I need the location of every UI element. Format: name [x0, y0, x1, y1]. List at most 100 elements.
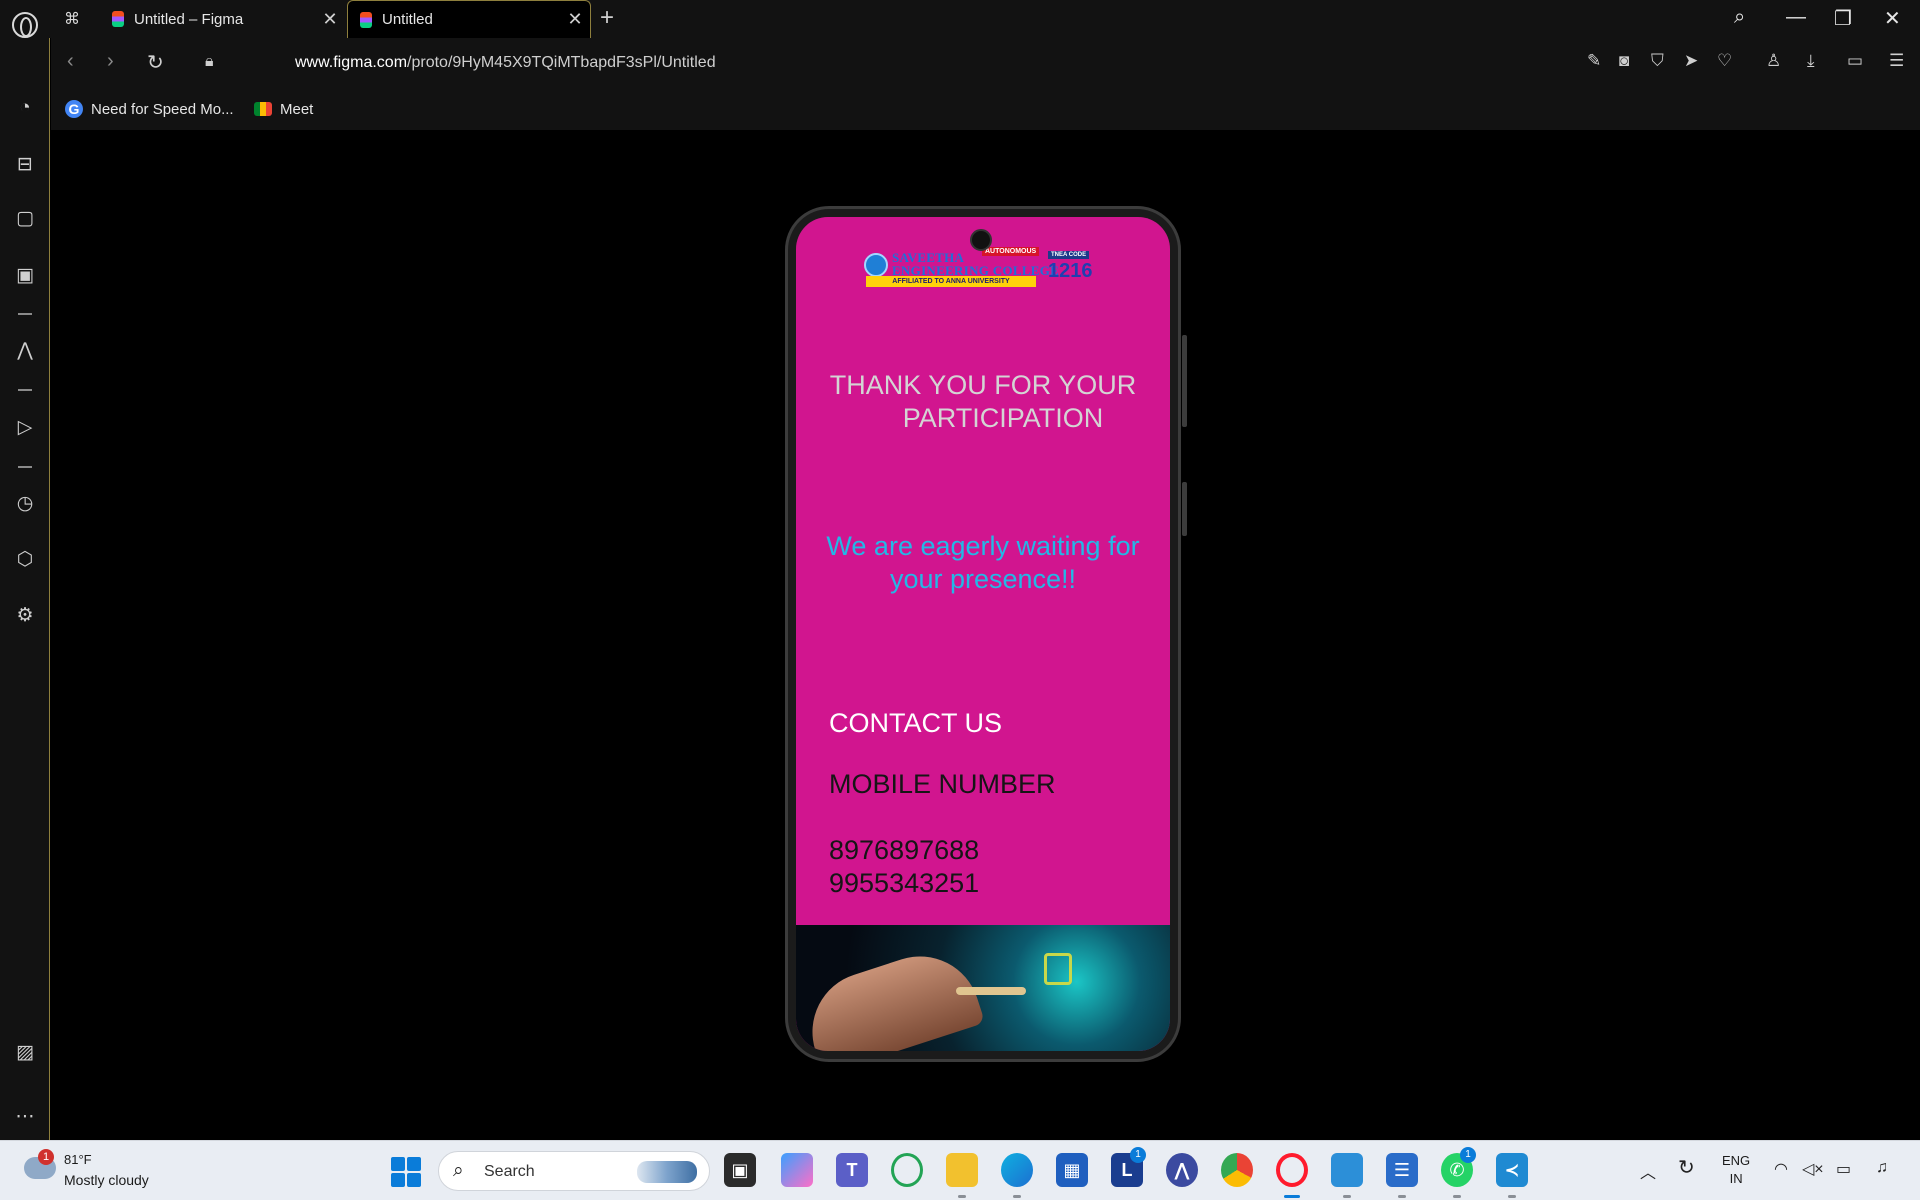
shield-icon[interactable]: ⛉ [1651, 51, 1664, 71]
weather-description[interactable]: Mostly cloudy [64, 1172, 149, 1188]
running-indicator [1508, 1195, 1516, 1198]
tab-untitled-figma[interactable]: Untitled – Figma ✕ [100, 0, 345, 38]
search-highlight-icon [637, 1161, 697, 1183]
thank-you-line2: PARTICIPATION [902, 403, 1104, 433]
close-icon[interactable]: ✕ [315, 9, 345, 30]
download-icon[interactable]: ⤓ [1807, 51, 1815, 71]
close-icon[interactable]: ✕ [560, 9, 590, 30]
waiting-line1: We are eagerly waiting for [826, 531, 1140, 561]
chrome-icon[interactable] [1221, 1153, 1253, 1187]
restore-button[interactable]: ❐ [1834, 6, 1852, 31]
figma-icon [112, 11, 124, 27]
minimize-button[interactable]: — [1786, 6, 1806, 29]
notification-badge: 1 [1130, 1147, 1146, 1163]
phone-number: 9955343251 [829, 868, 980, 898]
active-indicator [1284, 1195, 1300, 1198]
url-field[interactable]: www.figma.com/proto/9HyM45X9TQiMTbapdF3s… [295, 54, 716, 72]
camera-icon[interactable]: ◙ [1619, 51, 1629, 71]
close-window-button[interactable]: ✕ [1884, 6, 1901, 31]
cube-icon[interactable]: ⬡ [12, 547, 38, 573]
chevron-up-icon[interactable]: ︿ [1640, 1159, 1656, 1183]
reload-icon[interactable]: ↻ [147, 50, 164, 75]
task-view-icon[interactable]: ▣ [724, 1153, 756, 1187]
bookmarks-bar: G Need for Speed Mo... Meet [51, 88, 1920, 130]
weather-badge: 1 [38, 1149, 54, 1165]
wifi-icon[interactable]: ◠ [1774, 1159, 1788, 1179]
bookmark-meet[interactable]: Meet [254, 96, 313, 122]
opera-icon[interactable] [1276, 1153, 1308, 1187]
search-icon[interactable]: ⌕ [1734, 6, 1745, 29]
affiliation-strip: AFFILIATED TO ANNA UNIVERSITY [866, 276, 1036, 287]
url-host: www.figma.com [295, 54, 408, 71]
sync-app-icon[interactable] [891, 1153, 923, 1187]
easy-setup-icon[interactable]: ☰ [1889, 51, 1904, 71]
running-indicator [1013, 1195, 1021, 1198]
padlock-icon [1044, 953, 1072, 985]
photos-icon[interactable] [1331, 1153, 1363, 1187]
profile-icon[interactable]: ♙ [1766, 51, 1781, 71]
speed-dial-icon[interactable]: ◔ [12, 95, 38, 121]
prototype-screen[interactable]: SAVEETHA ENGINEERING COLLEGE AUTONOMOUS … [796, 217, 1170, 1051]
search-icon: ⌕ [453, 1160, 464, 1181]
gamepad-icon[interactable]: ⌘ [64, 9, 80, 29]
address-bar: ‹ › ↻ 🔒︎ www.figma.com/proto/9HyM45X9TQi… [51, 38, 1920, 88]
bookmark-label: Meet [280, 100, 314, 118]
tab-untitled[interactable]: Untitled ✕ [347, 0, 591, 38]
meet-icon [254, 102, 272, 116]
phone-camera [970, 229, 992, 251]
sync-icon[interactable]: ↻ [1678, 1155, 1695, 1180]
language-indicator[interactable]: ENG IN [1722, 1152, 1750, 1188]
taskbar-search[interactable]: ⌕ Search [438, 1151, 710, 1191]
back-icon[interactable]: ‹ [67, 50, 74, 73]
settings-icon[interactable]: ⚙ [12, 603, 38, 629]
bookmark-need-for-speed[interactable]: G Need for Speed Mo... [65, 96, 234, 122]
battery-saver-icon[interactable]: ▭ [1847, 51, 1863, 71]
extension-icon[interactable]: ▣ [12, 263, 38, 289]
start-button[interactable] [391, 1157, 421, 1187]
phone-number: 8976897688 [829, 835, 980, 865]
waiting-message: We are eagerly waiting for your presence… [796, 530, 1170, 596]
google-icon: G [65, 100, 83, 118]
sidebar-divider [18, 389, 32, 391]
key-shape [956, 987, 1026, 995]
twitch-icon[interactable]: ▢ [12, 206, 38, 232]
heart-icon[interactable]: ♡ [1717, 51, 1732, 71]
sidebar-divider [18, 466, 32, 468]
edge-icon[interactable] [1001, 1153, 1033, 1187]
tnea-label: TNEA CODE [1048, 251, 1090, 259]
notifications-icon[interactable]: ♫ [1876, 1159, 1888, 1177]
arc-app-icon[interactable]: ⋀ [1166, 1153, 1198, 1187]
aria-icon[interactable]: ⊟ [12, 152, 38, 178]
copilot-icon[interactable] [781, 1153, 813, 1187]
thank-you-line1: THANK YOU FOR YOUR [829, 370, 1137, 400]
file-explorer-icon[interactable] [946, 1153, 978, 1187]
running-indicator [958, 1195, 966, 1198]
region-code: IN [1729, 1171, 1743, 1186]
send-icon[interactable]: ➤ [1684, 51, 1698, 71]
running-indicator [1343, 1195, 1351, 1198]
opera-logo-icon[interactable] [12, 12, 38, 38]
tab-title: Untitled – Figma [134, 10, 244, 28]
phone-number-list: 8976897688 9955343251 [829, 834, 979, 900]
store-icon[interactable]: ▦ [1056, 1153, 1088, 1187]
notepad-icon[interactable]: ☰ [1386, 1153, 1418, 1187]
history-icon[interactable]: ◷ [12, 491, 38, 517]
vscode-icon[interactable]: ≺ [1496, 1153, 1528, 1187]
image-icon[interactable]: ▨ [12, 1040, 38, 1066]
notification-badge: 1 [1460, 1147, 1476, 1163]
tnea-code: 1216 [1048, 260, 1093, 282]
teams-icon[interactable]: T [836, 1153, 868, 1187]
weather-temperature[interactable]: 81°F [64, 1152, 92, 1167]
more-icon[interactable]: ⋯ [12, 1104, 38, 1130]
phone-side-button [1182, 482, 1187, 536]
language-code: ENG [1722, 1153, 1751, 1168]
autonomous-badge: AUTONOMOUS [982, 247, 1040, 256]
share-icon[interactable]: ✎ [1587, 51, 1601, 71]
new-tab-button[interactable]: + [600, 4, 614, 32]
volume-muted-icon[interactable]: ◁× [1802, 1159, 1824, 1179]
opera-sidebar: ◔ ⊟ ▢ ▣ ⋀ ▷ ◷ ⬡ ⚙ ▨ ⋯ [0, 38, 50, 1140]
arc-icon[interactable]: ⋀ [12, 338, 38, 364]
player-icon[interactable]: ▷ [12, 415, 38, 441]
forward-icon[interactable]: › [107, 50, 114, 73]
battery-icon[interactable]: ▭ [1836, 1159, 1851, 1179]
